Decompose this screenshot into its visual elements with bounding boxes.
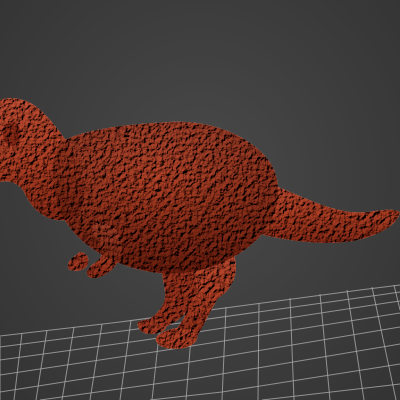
3d-viewport[interactable] [0, 0, 400, 400]
dinosaur-sculpt-icon[interactable] [0, 98, 400, 349]
viewport-canvas[interactable] [0, 0, 400, 400]
